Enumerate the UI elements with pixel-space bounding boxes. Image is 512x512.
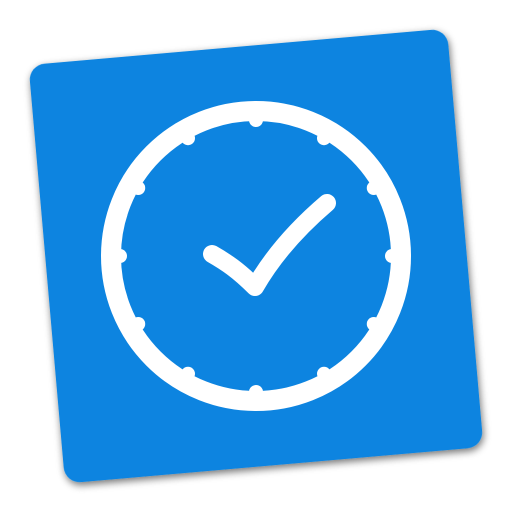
clock-check-icon [29, 29, 483, 483]
clock-notch [113, 249, 127, 263]
app-icon[interactable] [0, 0, 512, 512]
clock-notch [385, 249, 399, 263]
clock-notch [181, 366, 195, 381]
clock-notch [131, 181, 146, 195]
icon-canvas [0, 0, 512, 512]
clock-notch [366, 317, 381, 331]
clock-notch [181, 131, 195, 146]
clock-notch [366, 181, 381, 195]
tile-background [29, 29, 483, 483]
clock-notch [249, 113, 263, 127]
clock-notch [317, 131, 331, 146]
icon-tile [29, 29, 483, 483]
clock-notch [317, 366, 331, 381]
clock-notch [249, 385, 263, 399]
clock-notch [131, 317, 146, 331]
